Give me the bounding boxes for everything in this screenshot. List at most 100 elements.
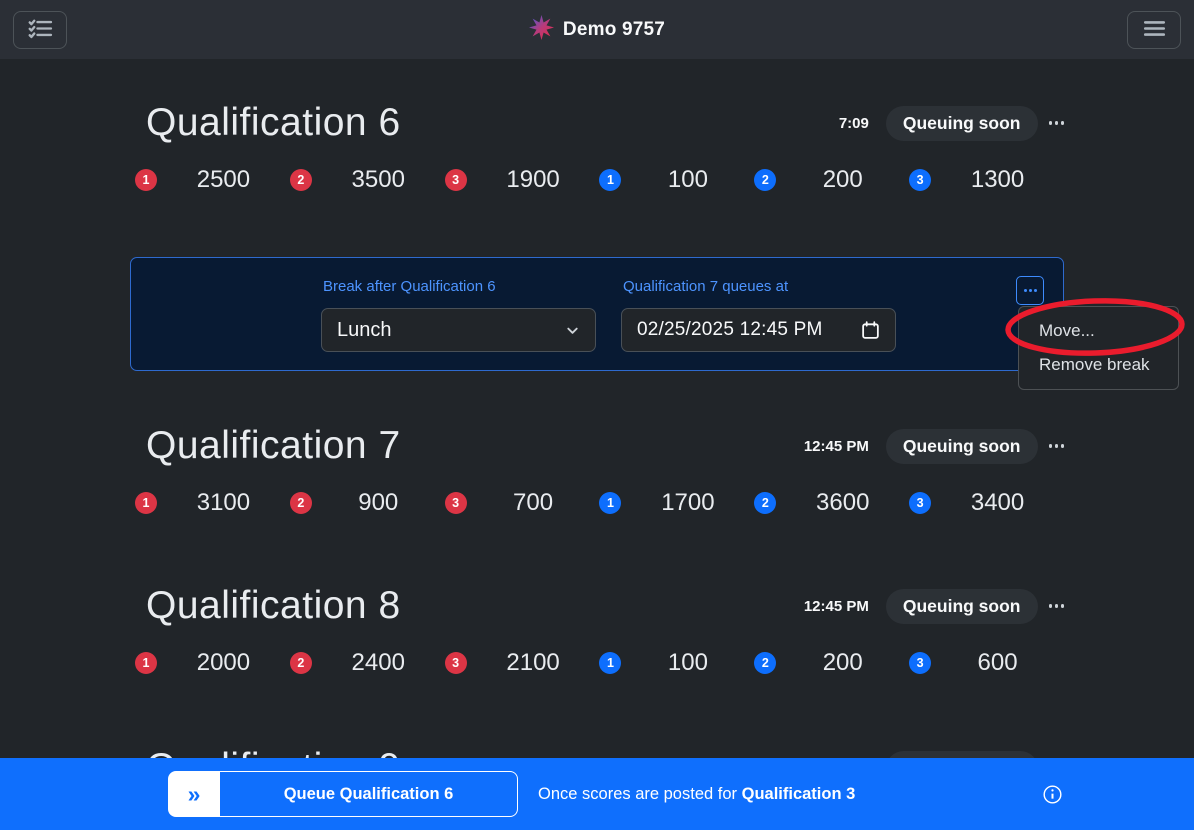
team-row: 12500 23500 31900 1100 2200 31300 [135, 165, 1064, 195]
red-station-badge: 2 [290, 652, 312, 674]
match-options-ellipsis-icon[interactable] [1049, 121, 1065, 125]
team-number: 1300 [931, 166, 1064, 194]
app-brand: Demo 9757 [0, 0, 1194, 59]
team-number: 3500 [312, 166, 445, 194]
match-options-ellipsis-icon[interactable] [1049, 444, 1065, 448]
hamburger-menu-icon [1141, 15, 1168, 45]
match-options-ellipsis-icon[interactable] [1049, 604, 1065, 608]
break-options-menu: Move... Remove break [1018, 306, 1179, 390]
match-list-button[interactable] [13, 11, 67, 49]
blue-station-badge: 2 [754, 492, 776, 514]
status-badge: Queuing soon [886, 429, 1038, 464]
break-type-label: Break after Qualification 6 [323, 278, 596, 295]
match-meta: 12:45 PM Queuing soon [804, 429, 1064, 464]
blue-station-badge: 3 [909, 169, 931, 191]
skip-forward-button[interactable]: » [168, 771, 220, 817]
team-slot: 12000 [135, 648, 290, 678]
team-slot: 23600 [754, 488, 909, 518]
chevron-down-icon [565, 323, 580, 338]
note-match-name: Qualification 3 [742, 785, 856, 803]
team-number: 100 [621, 649, 754, 677]
match-title: Qualification 7 [146, 424, 401, 468]
blue-station-badge: 1 [599, 652, 621, 674]
bottom-action-bar: » Queue Qualification 6 Once scores are … [0, 758, 1194, 830]
break-type-value: Lunch [337, 319, 392, 342]
red-station-badge: 3 [445, 652, 467, 674]
team-slot: 32100 [445, 648, 600, 678]
starburst-icon [529, 15, 554, 45]
queue-compound-button: » Queue Qualification 6 [168, 771, 518, 817]
team-number: 2000 [157, 649, 290, 677]
team-slot: 22400 [290, 648, 445, 678]
blue-station-badge: 1 [599, 492, 621, 514]
info-circle-icon[interactable] [1043, 785, 1062, 804]
red-station-badge: 3 [445, 169, 467, 191]
break-panel: Break after Qualification 6 Lunch Qualif… [130, 257, 1064, 371]
team-slot: 31300 [909, 165, 1064, 195]
team-number: 2500 [157, 166, 290, 194]
team-number: 3100 [157, 489, 290, 517]
team-number: 100 [621, 166, 754, 194]
red-station-badge: 3 [445, 492, 467, 514]
match-section: Qualification 8 12:45 PM Queuing soon 12… [130, 580, 1064, 678]
team-number: 2100 [467, 649, 600, 677]
blue-station-badge: 2 [754, 652, 776, 674]
menu-item-move[interactable]: Move... [1019, 314, 1178, 348]
match-time: 12:45 PM [804, 438, 869, 455]
team-slot: 12500 [135, 165, 290, 195]
team-number: 2400 [312, 649, 445, 677]
team-number: 600 [931, 649, 1064, 677]
break-type-select[interactable]: Lunch [321, 308, 596, 352]
team-slot: 3700 [445, 488, 600, 518]
red-station-badge: 1 [135, 492, 157, 514]
match-header: Qualification 6 7:09 Queuing soon [130, 97, 1064, 149]
team-slot: 1100 [599, 648, 754, 678]
match-header: Qualification 7 12:45 PM Queuing soon [130, 420, 1064, 472]
match-time: 12:45 PM [804, 598, 869, 615]
red-station-badge: 1 [135, 652, 157, 674]
status-badge: Queuing soon [886, 589, 1038, 624]
team-number: 200 [776, 649, 909, 677]
match-meta: 7:09 Queuing soon [839, 106, 1064, 141]
queue-time-label: Qualification 7 queues at [623, 278, 896, 295]
list-check-icon [27, 15, 54, 45]
match-title: Qualification 6 [146, 101, 401, 145]
team-slot: 2200 [754, 165, 909, 195]
match-section: Qualification 6 7:09 Queuing soon 12500 … [130, 97, 1064, 195]
team-number: 3400 [931, 489, 1064, 517]
menu-item-remove-break[interactable]: Remove break [1019, 348, 1178, 382]
team-row: 13100 2900 3700 11700 23600 33400 [135, 488, 1064, 518]
team-slot: 2900 [290, 488, 445, 518]
match-header: Qualification 8 12:45 PM Queuing soon [130, 580, 1064, 632]
match-meta: 12:45 PM Queuing soon [804, 589, 1064, 624]
queue-condition-note: Once scores are posted for Qualification… [538, 785, 855, 804]
blue-station-badge: 3 [909, 652, 931, 674]
team-slot: 11700 [599, 488, 754, 518]
team-slot: 3600 [909, 648, 1064, 678]
red-station-badge: 2 [290, 169, 312, 191]
match-schedule: Qualification 6 7:09 Queuing soon 12500 … [0, 97, 1194, 794]
team-row: 12000 22400 32100 1100 2200 3600 [135, 648, 1064, 678]
team-slot: 33400 [909, 488, 1064, 518]
note-text: Once scores are posted for [538, 785, 742, 803]
team-number: 1900 [467, 166, 600, 194]
blue-station-badge: 2 [754, 169, 776, 191]
team-number: 1700 [621, 489, 754, 517]
team-slot: 1100 [599, 165, 754, 195]
page-title: Demo 9757 [563, 19, 665, 41]
red-station-badge: 2 [290, 492, 312, 514]
red-station-badge: 1 [135, 169, 157, 191]
team-slot: 23500 [290, 165, 445, 195]
status-badge: Queuing soon [886, 106, 1038, 141]
blue-station-badge: 3 [909, 492, 931, 514]
team-slot: 31900 [445, 165, 600, 195]
calendar-icon[interactable] [861, 321, 880, 340]
top-bar: Demo 9757 [0, 0, 1194, 59]
break-options-ellipsis-button[interactable] [1016, 276, 1044, 305]
double-chevron-right-icon: » [188, 781, 201, 808]
match-time: 7:09 [839, 115, 869, 132]
main-menu-button[interactable] [1127, 11, 1181, 49]
match-title: Qualification 8 [146, 584, 401, 628]
queue-datetime-input[interactable]: 02/25/2025 12:45 PM [621, 308, 896, 352]
queue-qualification-button[interactable]: Queue Qualification 6 [220, 771, 518, 817]
